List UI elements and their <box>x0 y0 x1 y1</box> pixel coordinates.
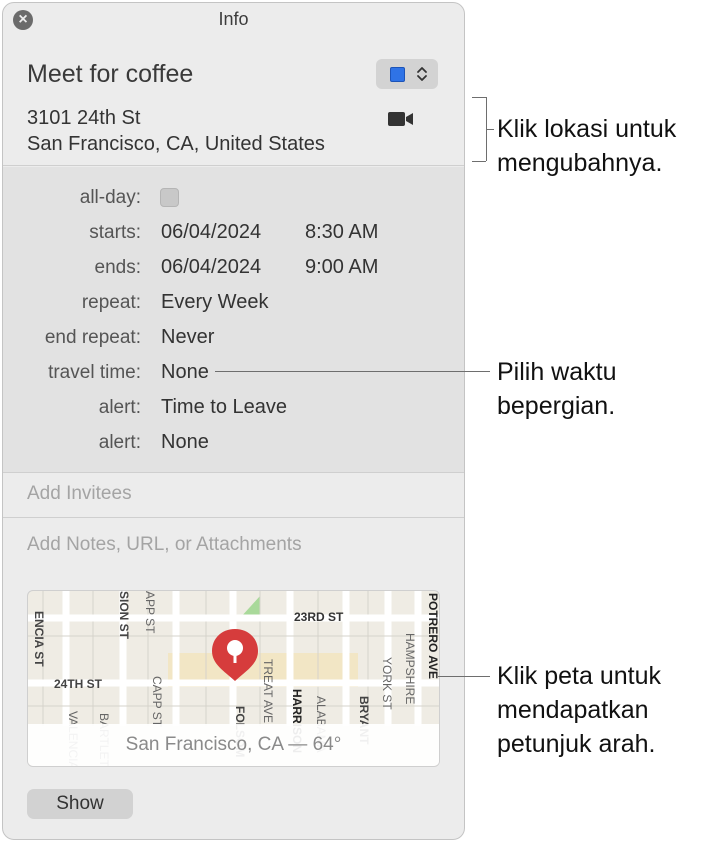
callout-bracket-top <box>472 97 486 98</box>
callout-map-line-2: mendapatkan <box>497 696 649 724</box>
map-street-label: TREAT AVE <box>261 659 275 723</box>
ends-date[interactable]: 06/04/2024 <box>161 256 261 279</box>
allday-checkbox[interactable] <box>160 188 179 207</box>
video-camera-icon[interactable] <box>387 110 415 128</box>
callout-travel-line-1: Pilih waktu <box>497 358 617 386</box>
map-street-label: 23RD ST <box>294 610 344 624</box>
calendar-color-picker[interactable] <box>376 59 438 89</box>
callout-location-line-2: mengubahnya. <box>497 149 663 177</box>
add-invitees-field[interactable]: Add Invitees <box>27 483 132 505</box>
callout-travel-line <box>215 371 490 372</box>
starts-date[interactable]: 06/04/2024 <box>161 221 261 244</box>
repeat-value[interactable]: Every Week <box>161 291 268 314</box>
calendar-color-swatch <box>390 67 405 82</box>
callout-bracket-tick <box>486 129 494 130</box>
event-title[interactable]: Meet for coffee <box>27 60 193 89</box>
map-street-label: ENCIA ST <box>32 611 46 667</box>
divider <box>3 165 464 166</box>
window-title: Info <box>218 9 249 29</box>
end-repeat-label: end repeat: <box>44 327 141 348</box>
show-button[interactable]: Show <box>27 789 133 819</box>
callout-map-line-1: Klik peta untuk <box>497 662 661 690</box>
map-street-label: 24TH ST <box>54 677 103 691</box>
location-line-1[interactable]: 3101 24th St <box>27 107 140 130</box>
map-street-label: HAMPSHIRE <box>403 633 417 704</box>
starts-label: starts: <box>89 222 141 243</box>
starts-time[interactable]: 8:30 AM <box>305 221 378 244</box>
event-details-section <box>3 167 464 472</box>
alert-label: alert: <box>98 397 141 418</box>
location-line-2[interactable]: San Francisco, CA, United States <box>27 133 325 156</box>
alert-value-2[interactable]: None <box>161 431 209 454</box>
repeat-label: repeat: <box>81 292 141 313</box>
allday-label: all-day: <box>79 187 141 208</box>
map-street-label: APP ST <box>143 591 157 634</box>
callout-bracket-bottom <box>472 161 486 162</box>
chevron-updown-icon <box>417 67 427 81</box>
divider <box>3 472 464 473</box>
travel-time-value[interactable]: None <box>161 361 209 384</box>
map-street-label: SION ST <box>117 591 131 640</box>
callout-travel: Pilih waktu bepergian. <box>497 355 617 423</box>
map-street-label: CAPP ST <box>150 676 164 728</box>
alert-value[interactable]: Time to Leave <box>161 396 287 419</box>
end-repeat-value[interactable]: Never <box>161 326 214 349</box>
ends-label: ends: <box>94 257 141 278</box>
divider <box>3 517 464 518</box>
ends-time[interactable]: 9:00 AM <box>305 256 378 279</box>
callout-map-line-3: petunjuk arah. <box>497 730 656 758</box>
callout-location-line-1: Klik lokasi untuk <box>497 115 677 143</box>
map-street-label: POTRERO AVE <box>426 593 439 679</box>
map-street-label: YORK ST <box>380 657 394 710</box>
callout-map: Klik peta untuk mendapatkan petunjuk ara… <box>497 659 661 761</box>
alert-label-2: alert: <box>98 432 141 453</box>
location-map[interactable]: 23RD ST 24TH ST ENCIA ST SION ST APP ST … <box>27 590 440 767</box>
callout-location: Klik lokasi untuk mengubahnya. <box>497 112 676 180</box>
map-caption: San Francisco, CA — 64° <box>28 724 439 766</box>
callout-map-line <box>438 676 490 677</box>
add-notes-field[interactable]: Add Notes, URL, or Attachments <box>27 534 302 556</box>
callout-travel-line-2: bepergian. <box>497 392 616 420</box>
event-info-popover: × Info Meet for coffee 3101 24th St San … <box>2 2 465 840</box>
travel-time-label: travel time: <box>48 362 141 383</box>
